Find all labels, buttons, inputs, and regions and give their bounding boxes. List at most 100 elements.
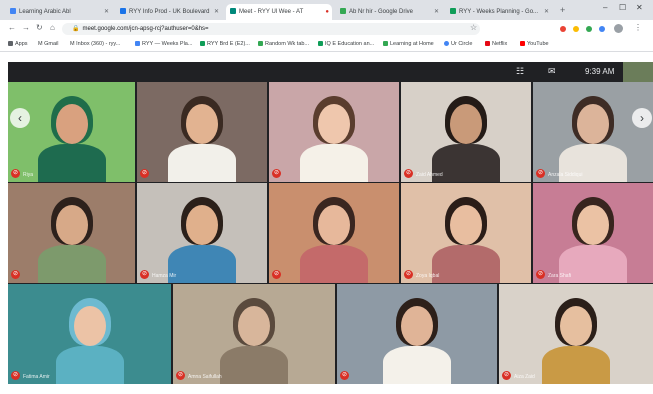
profile-avatar[interactable] — [614, 24, 623, 33]
browser-tab[interactable]: RYY Info Prod - UK Boulevard ✕ — [116, 4, 222, 20]
bookmark-label: YouTube — [527, 41, 549, 47]
bookmark-item[interactable]: RYY Brd E (E2)... — [200, 40, 250, 49]
participant-body — [542, 346, 610, 384]
participant-face — [577, 104, 609, 144]
tab-favicon-icon — [230, 8, 236, 15]
participant-tile[interactable]: ⊘ Zara Shafi — [533, 183, 653, 283]
participant-tile[interactable]: ⊘ Anzala Siddiqui — [533, 82, 653, 182]
maximize-icon[interactable]: ☐ — [619, 3, 626, 12]
sheet-icon — [200, 41, 205, 47]
participant-tile[interactable]: ⊘ Aiza Zaid — [499, 284, 653, 384]
bookmark-label: Ur Circle — [451, 41, 473, 47]
circle-icon — [444, 41, 449, 47]
meet-bottom-strip — [0, 384, 653, 394]
participant-tile[interactable]: ⊘ Amna Saifullah — [173, 284, 335, 384]
extension-icon[interactable] — [573, 26, 579, 32]
participant-face — [450, 104, 482, 144]
browser-tab[interactable]: RYY - Weeks Planning - Go... ✕ — [446, 4, 552, 20]
previous-page-button[interactable]: ‹ — [10, 108, 30, 128]
mic-muted-icon: ⊘ — [11, 169, 20, 178]
chat-icon[interactable]: ✉ — [548, 66, 556, 77]
star-icon[interactable]: ☆ — [470, 23, 477, 32]
bookmark-item[interactable]: Ur Circle — [444, 40, 472, 49]
apps-grid-icon — [8, 41, 13, 47]
browser-tab-active[interactable]: Meet - RYY Ul Wee - AT ● — [226, 4, 332, 20]
tab-label: Learning Arabic Abl — [19, 9, 71, 15]
bookmark-item[interactable]: Learning at Home — [383, 40, 434, 49]
participant-face — [238, 306, 270, 346]
close-icon[interactable]: ✕ — [434, 4, 439, 20]
participant-body — [300, 245, 368, 283]
mic-muted-icon: ⊘ — [11, 371, 20, 380]
forward-icon[interactable]: → — [22, 23, 30, 32]
tab-label: RYY Info Prod - UK Boulevard — [129, 9, 210, 15]
bookmark-item[interactable]: RYY — Weeks Pla... — [135, 40, 192, 49]
participant-name: Hamza Mir — [152, 273, 177, 279]
participant-name: Fatima Amir — [23, 374, 50, 380]
browser-tab[interactable]: Learning Arabic Abl ✕ — [6, 4, 112, 20]
participant-tile[interactable]: ⊘ Zaid Ahmed — [401, 82, 531, 182]
bookmark-item[interactable]: M Inbox (360) - ryy... — [70, 40, 120, 49]
window-close-icon[interactable]: ✕ — [636, 3, 643, 12]
mic-muted-icon: ⊘ — [11, 270, 20, 279]
participant-tile[interactable]: ⊘ — [269, 183, 399, 283]
bookmark-item[interactable]: M Gmail — [38, 40, 58, 49]
url-text: meet.google.com/jcn-apsg-rcj?authuser=0&… — [82, 26, 209, 32]
extension-icon[interactable] — [599, 26, 605, 32]
participant-tile[interactable]: ⊘ — [269, 82, 399, 182]
self-view-thumbnail[interactable] — [623, 62, 653, 82]
participant-name: Zaid Ahmed — [416, 172, 443, 178]
tab-favicon-icon — [340, 8, 346, 15]
extension-icon[interactable] — [586, 26, 592, 32]
participant-face — [318, 205, 350, 245]
close-icon[interactable]: ✕ — [544, 4, 549, 20]
participant-tile[interactable]: ⊘ — [337, 284, 497, 384]
menu-icon[interactable]: ⋮ — [634, 23, 642, 32]
mic-muted-icon: ⊘ — [340, 371, 349, 380]
close-icon[interactable]: ✕ — [214, 4, 219, 20]
bookmark-label: Random Wk tab... — [265, 41, 310, 47]
participant-body — [220, 346, 288, 384]
reload-icon[interactable]: ↻ — [36, 23, 43, 32]
participant-tile[interactable]: ⊘ Fatima Amir — [8, 284, 171, 384]
bookmark-item[interactable]: Random Wk tab... — [258, 40, 309, 49]
participant-tile[interactable]: ⊘ Riya — [8, 82, 135, 182]
participant-face — [450, 205, 482, 245]
extension-icon[interactable] — [560, 26, 566, 32]
home-icon[interactable]: ⌂ — [50, 23, 55, 32]
close-icon[interactable]: ● — [325, 4, 329, 20]
participants-icon[interactable]: ☷ — [516, 66, 524, 77]
participant-body — [37, 144, 106, 182]
sheet-icon — [383, 41, 388, 47]
netflix-icon — [485, 41, 490, 47]
close-icon[interactable]: ✕ — [104, 4, 109, 20]
browser-tab[interactable]: Ab Nr hir - Google Drive ✕ — [336, 4, 442, 20]
next-page-button[interactable]: › — [632, 108, 652, 128]
tab-label: Ab Nr hir - Google Drive — [349, 9, 414, 15]
mic-muted-icon: ⊘ — [140, 270, 149, 279]
meeting-clock: 9:39 AM — [585, 67, 615, 76]
participant-tile[interactable]: ⊘ Zoya Iqbal — [401, 183, 531, 283]
url-input[interactable]: 🔒 meet.google.com/jcn-apsg-rcj?authuser=0… — [62, 23, 480, 35]
back-icon[interactable]: ← — [8, 23, 16, 32]
bookmark-item[interactable]: Netflix — [485, 40, 507, 49]
mic-muted-icon: ⊘ — [176, 371, 185, 380]
address-bar-row: ← → ↻ ⌂ 🔒 meet.google.com/jcn-apsg-rcj?au… — [0, 20, 653, 38]
participant-face — [55, 205, 88, 245]
participant-face — [560, 306, 592, 346]
new-tab-button[interactable]: + — [560, 5, 565, 15]
bookmark-apps[interactable]: Apps — [8, 40, 28, 49]
bookmark-label: M Gmail — [38, 41, 59, 47]
participant-face — [318, 104, 350, 144]
participant-tile[interactable]: ⊘ — [8, 183, 135, 283]
bookmark-item[interactable]: IQ E Education an... — [318, 40, 374, 49]
participant-name: Aiza Zaid — [514, 374, 535, 380]
participant-tile[interactable]: ⊘ — [137, 82, 267, 182]
tab-favicon-icon — [450, 8, 456, 15]
participant-face — [577, 205, 609, 245]
participant-face — [186, 205, 218, 245]
bookmark-item[interactable]: YouTube — [520, 40, 549, 49]
participant-name: Riya — [23, 172, 34, 178]
minimize-icon[interactable]: – — [603, 3, 607, 12]
participant-tile[interactable]: ⊘ Hamza Mir — [137, 183, 267, 283]
